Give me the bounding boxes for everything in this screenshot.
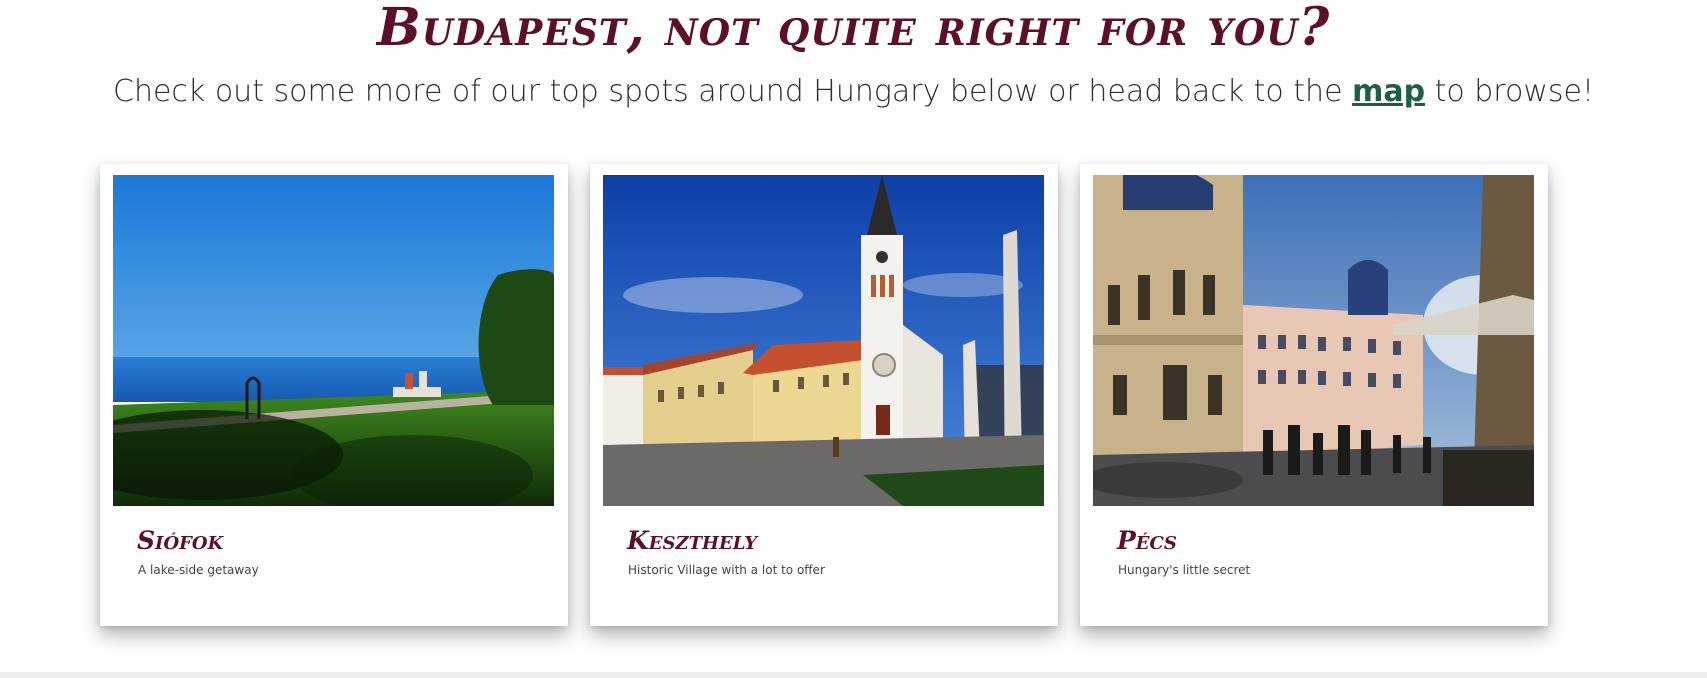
- destination-cards: Siófok A lake-side getaway Keszthely His…: [100, 164, 1560, 626]
- intro-text-after: to browse!: [1425, 74, 1594, 109]
- card-tagline: A lake-side getaway: [138, 563, 259, 577]
- page: Budapest, not quite right for you? Check…: [0, 0, 1707, 678]
- city-street-photo[interactable]: [1093, 175, 1534, 506]
- card-tagline: Hungary's little secret: [1118, 563, 1251, 577]
- destination-card-keszthely[interactable]: Keszthely Historic Village with a lot to…: [590, 164, 1058, 626]
- footer-divider: [0, 672, 1707, 678]
- destination-card-pecs[interactable]: Pécs Hungary's little secret: [1080, 164, 1548, 626]
- card-title[interactable]: Pécs: [1117, 526, 1177, 555]
- card-title[interactable]: Siófok: [137, 526, 223, 555]
- intro-text-before: Check out some more of our top spots aro…: [113, 74, 1353, 109]
- card-tagline: Historic Village with a lot to offer: [628, 563, 825, 577]
- lake-balaton-shore-photo[interactable]: [113, 175, 554, 506]
- intro-text: Check out some more of our top spots aro…: [0, 74, 1707, 109]
- destination-card-siofok[interactable]: Siófok A lake-side getaway: [100, 164, 568, 626]
- card-title[interactable]: Keszthely: [627, 526, 757, 555]
- church-square-photo[interactable]: [603, 175, 1044, 506]
- page-headline: Budapest, not quite right for you?: [376, 0, 1331, 58]
- map-link[interactable]: map: [1352, 74, 1425, 109]
